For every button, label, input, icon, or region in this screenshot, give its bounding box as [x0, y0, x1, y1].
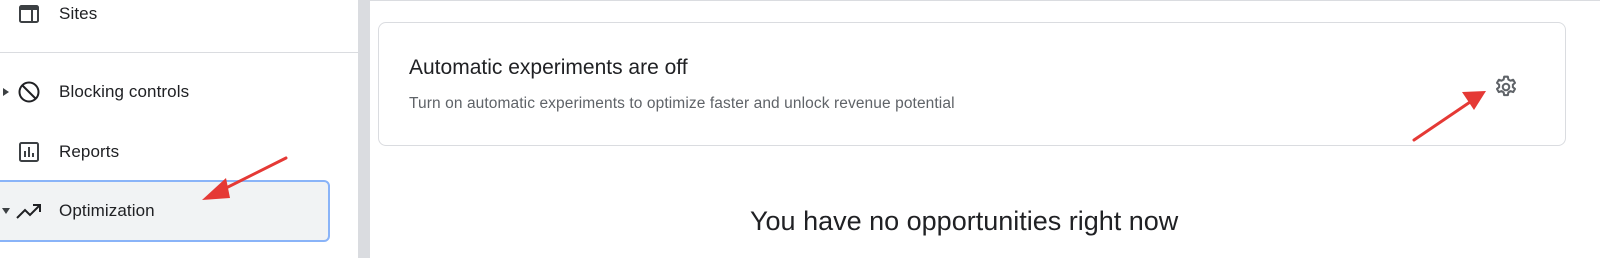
- sidebar-item-blocking-controls[interactable]: Blocking controls: [0, 70, 340, 114]
- top-border: [370, 0, 1600, 1]
- sidebar-divider: [0, 52, 358, 53]
- trending-up-icon: [16, 198, 42, 224]
- sidebar-item-reports[interactable]: Reports: [0, 130, 340, 174]
- card-subtitle: Turn on automatic experiments to optimiz…: [409, 95, 955, 112]
- sidebar-item-label: Optimization: [59, 201, 155, 220]
- sidebar-item-label: Blocking controls: [59, 82, 190, 101]
- block-icon: [16, 79, 42, 105]
- sidebar-item-sites[interactable]: Sites: [0, 0, 340, 36]
- caret-down-icon[interactable]: [2, 207, 10, 215]
- gear-icon[interactable]: [1492, 73, 1520, 101]
- card-title: Automatic experiments are off: [409, 56, 688, 79]
- sidebar-item-optimization[interactable]: Optimization: [0, 189, 340, 233]
- auto-experiments-card: Automatic experiments are off Turn on au…: [378, 22, 1566, 146]
- sidebar-item-label: Reports: [59, 142, 120, 161]
- bar-chart-icon: [16, 139, 42, 165]
- sidebar-scrollbar[interactable]: [358, 0, 370, 258]
- main-content: Automatic experiments are off Turn on au…: [370, 0, 1600, 258]
- caret-right-icon[interactable]: [2, 88, 10, 96]
- sidebar: Sites Blocking controls Reports Optimiza…: [0, 0, 358, 258]
- empty-state-message: You have no opportunities right now: [750, 206, 1179, 236]
- web-layout-icon: [16, 1, 42, 27]
- sidebar-item-label: Sites: [59, 4, 98, 23]
